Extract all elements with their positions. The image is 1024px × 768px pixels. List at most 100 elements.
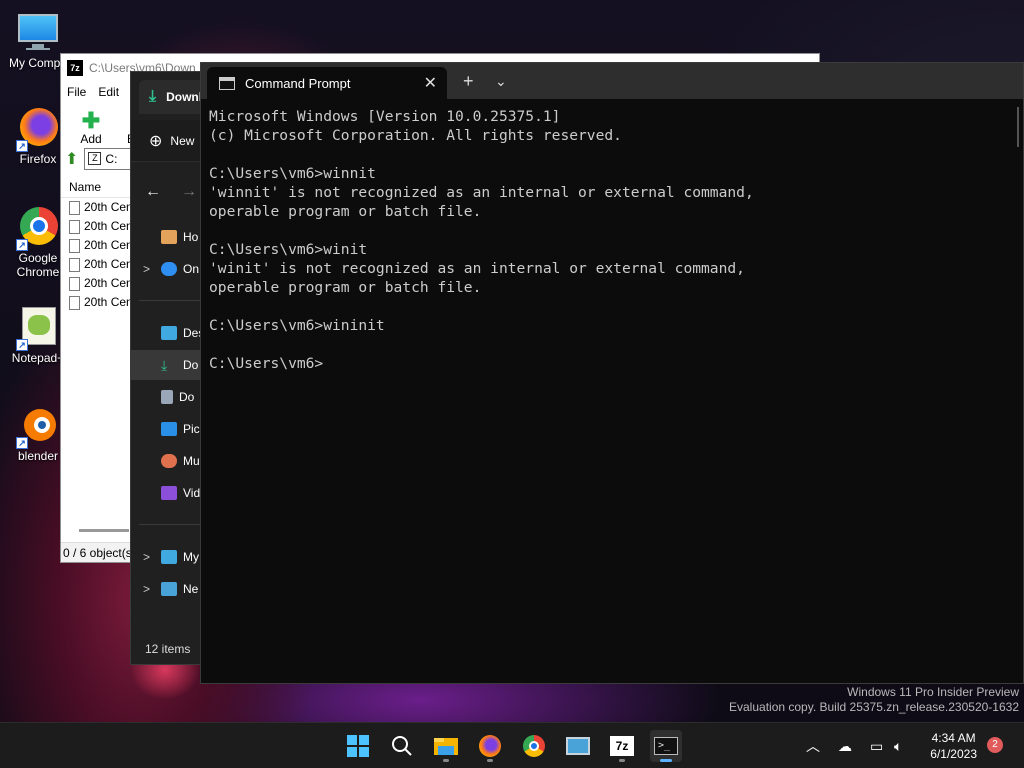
nav-label: Mu <box>183 454 200 468</box>
file-name: 20th Cen <box>84 238 133 252</box>
taskbar: 7z >_ ︿ ☁ ▭ 🔈︎ 4:34 AM 6/1/2023 2 <box>0 722 1024 768</box>
pictures-icon <box>161 422 177 436</box>
nav-label: My <box>183 550 199 564</box>
nav-label: Ho <box>183 230 199 244</box>
taskbar-sevenzip[interactable]: 7z <box>606 730 638 762</box>
watermark-line-1: Windows 11 Pro Insider Preview <box>847 685 1019 699</box>
onedrive-tray[interactable]: ☁ <box>838 723 852 768</box>
firefox-icon <box>479 735 501 757</box>
terminal-output[interactable]: Microsoft Windows [Version 10.0.25375.1]… <box>209 107 754 373</box>
clock-date: 6/1/2023 <box>930 747 977 761</box>
taskbar-remote-desktop[interactable] <box>562 730 594 762</box>
new-label: New <box>170 133 195 148</box>
chevron-right-icon[interactable]: > <box>143 550 150 564</box>
start-icon <box>347 735 369 757</box>
chrome-icon <box>523 735 545 757</box>
archive-icon: Z <box>88 152 102 165</box>
speaker-icon: 🔈︎ <box>894 737 903 754</box>
running-indicator <box>487 759 493 762</box>
home-icon <box>161 230 177 244</box>
network-tray[interactable]: ▭ <box>870 723 883 768</box>
back-arrow-icon[interactable]: ← <box>145 183 161 201</box>
taskbar-terminal[interactable]: >_ <box>650 730 682 762</box>
desktop-icon-label: Google Chrome <box>16 251 60 279</box>
chevron-down-icon[interactable]: ⌄ <box>495 73 507 90</box>
blender-icon: ↗ <box>16 403 60 449</box>
horizontal-scrollbar[interactable] <box>79 529 129 532</box>
clock-time: 4:34 AM <box>931 731 976 745</box>
sevenzip-logo-icon: 7z <box>67 60 83 76</box>
command-prompt-icon <box>219 76 235 90</box>
nav-label: Vid <box>183 486 201 500</box>
documents-icon <box>161 390 173 404</box>
running-indicator <box>443 759 449 762</box>
file-icon <box>69 257 80 272</box>
chevron-up-icon: ︿ <box>806 738 820 754</box>
videos-icon <box>161 486 177 500</box>
sevenzip-icon: 7z <box>610 736 634 756</box>
file-icon <box>69 276 80 291</box>
desktop-folder-icon <box>161 326 177 340</box>
notepad-plus-plus-icon: ↗ <box>16 305 60 351</box>
taskbar-chrome[interactable] <box>518 730 550 762</box>
notification-badge[interactable]: 2 <box>987 737 1003 753</box>
network-icon <box>161 582 177 596</box>
show-hidden-icons[interactable]: ︿ <box>806 723 820 768</box>
file-name: 20th Cen <box>84 219 133 233</box>
add-button[interactable]: ✚ Add <box>69 110 113 147</box>
terminal-tabstrip[interactable]: Command Prompt ✕ + ⌄ <box>201 63 1023 99</box>
file-name: 20th Cen <box>84 200 133 214</box>
file-icon <box>69 219 80 234</box>
onedrive-icon <box>161 262 177 276</box>
downloads-icon: ⤓ <box>161 357 168 373</box>
chrome-icon: ↗ <box>16 205 60 251</box>
up-folder-icon[interactable]: ⬆ <box>65 149 78 169</box>
add-circle-icon: ⊕ <box>149 132 163 150</box>
close-tab-icon[interactable]: ✕ <box>424 73 437 93</box>
explorer-item-count: 12 items <box>145 642 191 656</box>
file-icon <box>69 238 80 253</box>
start-button[interactable] <box>342 730 374 762</box>
volume-tray[interactable]: 🔈︎ <box>894 723 902 768</box>
chevron-right-icon[interactable]: > <box>143 262 150 276</box>
explorer-tab-title: Downl <box>166 90 203 104</box>
taskbar-firefox[interactable] <box>474 730 506 762</box>
nav-label: Do <box>183 358 199 372</box>
terminal-tab[interactable]: Command Prompt ✕ <box>207 67 447 99</box>
firefox-icon: ↗ <box>16 106 60 152</box>
sevenzip-address-field[interactable]: Z C: <box>84 148 135 170</box>
remote-desktop-icon <box>566 737 590 755</box>
nav-label: On <box>183 262 200 276</box>
terminal-tab-title: Command Prompt <box>245 75 351 91</box>
watermark-line-2: Evaluation copy. Build 25375.zn_release.… <box>729 700 1019 714</box>
file-name: 20th Cen <box>84 276 133 290</box>
forward-arrow-icon[interactable]: → <box>181 183 197 201</box>
new-tab-icon[interactable]: + <box>463 71 474 92</box>
taskbar-file-explorer[interactable] <box>430 730 462 762</box>
search-button[interactable] <box>386 730 418 762</box>
running-indicator <box>660 759 672 762</box>
file-explorer-icon <box>434 738 458 755</box>
terminal-icon: >_ <box>654 737 678 755</box>
this-pc-icon <box>161 550 177 564</box>
taskbar-clock[interactable]: 4:34 AM 6/1/2023 <box>930 730 977 762</box>
evaluation-watermark: Windows 11 Pro Insider Preview Evaluatio… <box>729 685 1019 715</box>
terminal-window[interactable]: Command Prompt ✕ + ⌄ Microsoft Windows [… <box>200 62 1024 684</box>
file-icon <box>69 295 80 310</box>
nav-label: Ne <box>183 582 199 596</box>
search-icon <box>392 736 412 756</box>
cloud-offline-icon: ☁ <box>838 737 852 754</box>
address-text: C: <box>105 152 118 166</box>
file-icon <box>69 200 80 215</box>
network-icon: ▭ <box>870 737 884 754</box>
terminal-scrollbar[interactable] <box>1017 107 1019 147</box>
file-name: 20th Cen <box>84 257 133 271</box>
running-indicator <box>619 759 625 762</box>
add-label: Add <box>80 132 102 146</box>
nav-label: Pic <box>183 422 200 436</box>
chevron-right-icon[interactable]: > <box>143 582 150 596</box>
menu-file[interactable]: File <box>67 85 86 99</box>
menu-edit[interactable]: Edit <box>98 85 119 99</box>
download-icon: ⤓ <box>149 88 157 105</box>
computer-icon <box>16 10 60 54</box>
